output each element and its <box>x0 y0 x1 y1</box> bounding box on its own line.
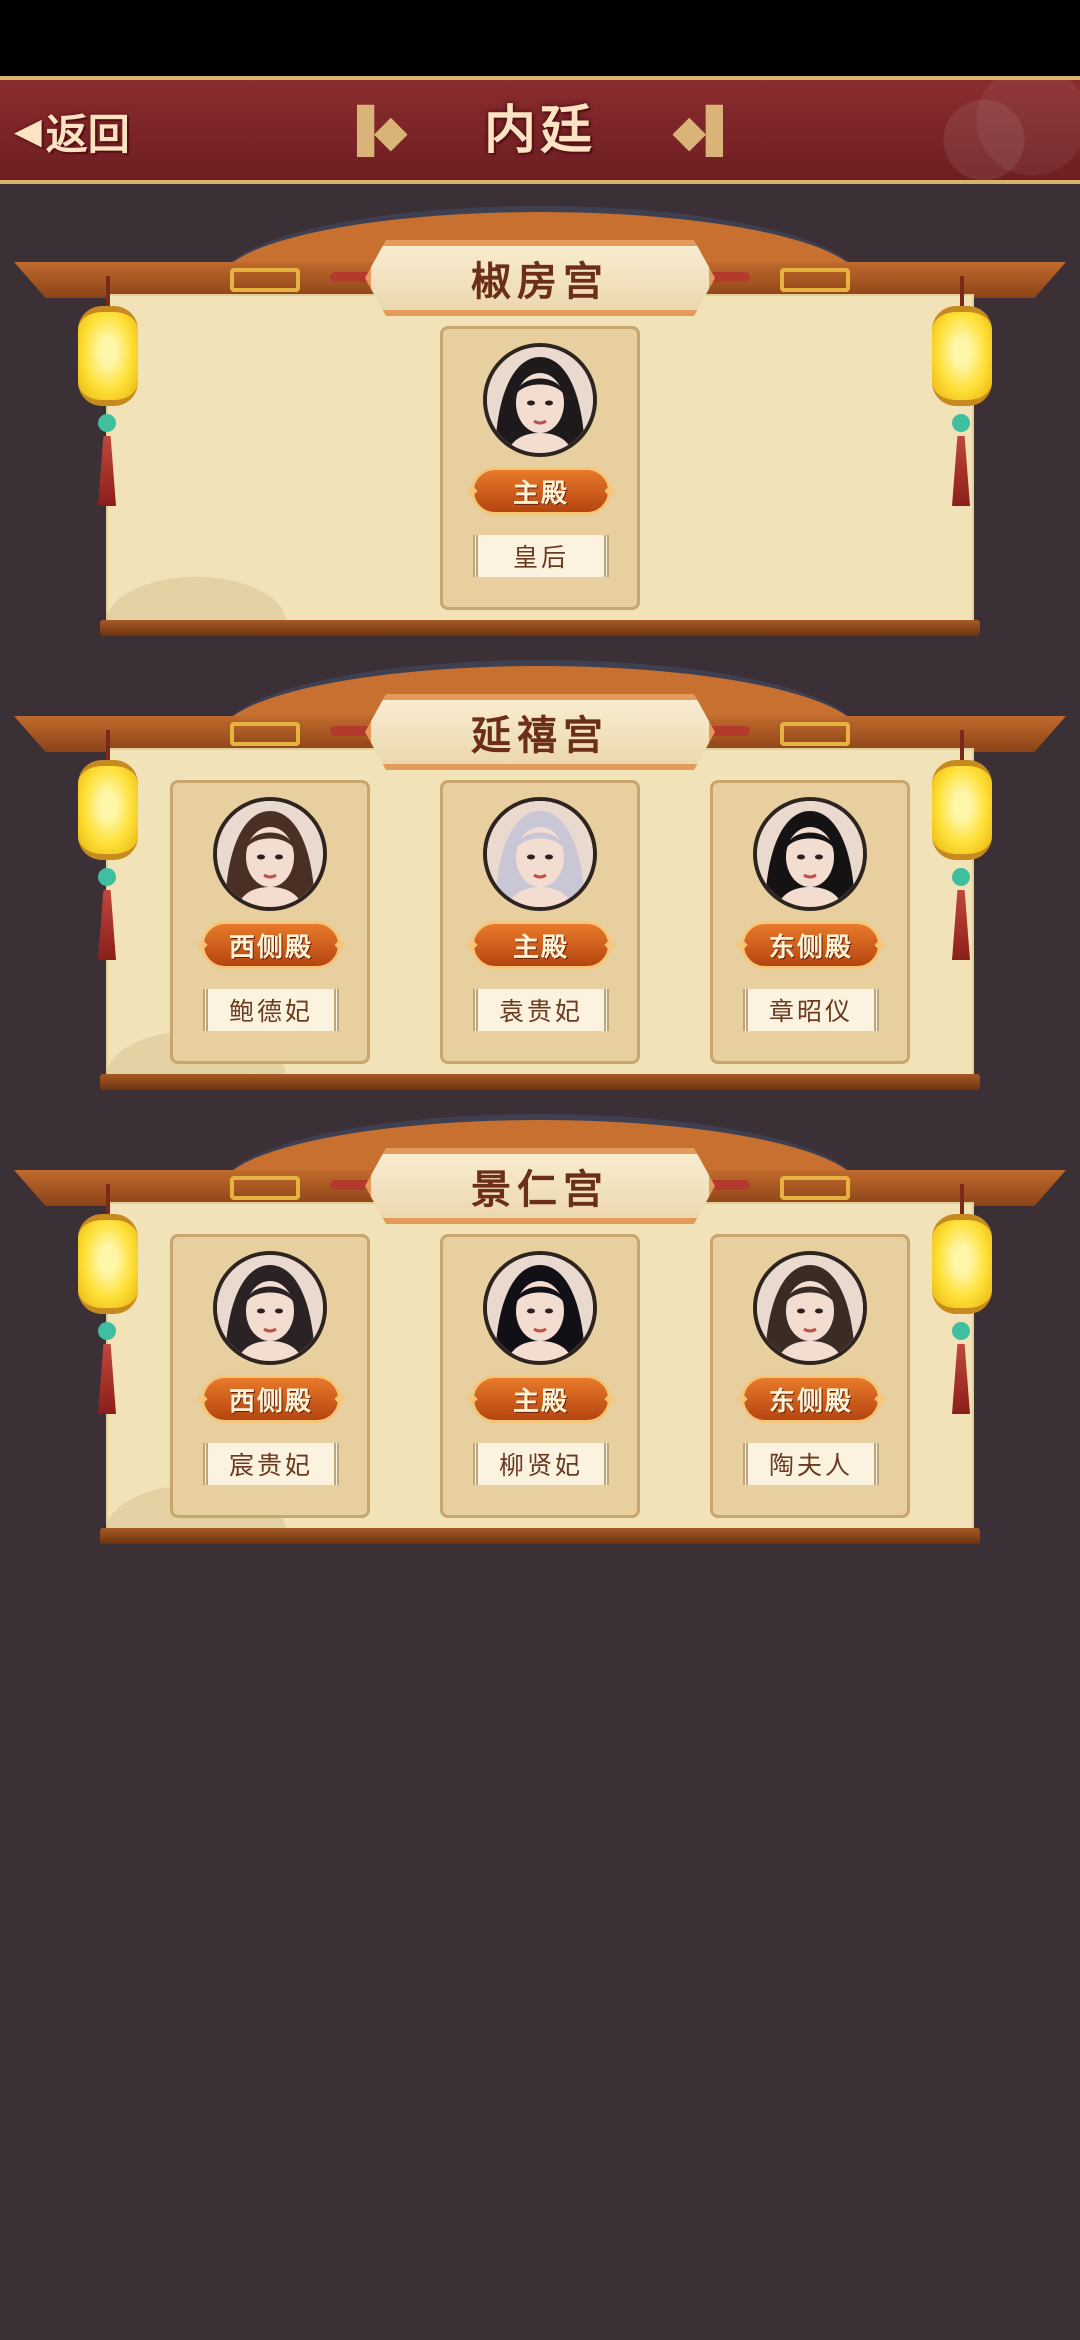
consort-slot[interactable]: 东侧殿 陶夫人 <box>710 1234 910 1518</box>
consort-slot[interactable]: 西侧殿 鲍德妃 <box>170 780 370 1064</box>
consort-slot[interactable]: 东侧殿 章昭仪 <box>710 780 910 1064</box>
base-beam <box>100 620 980 636</box>
consort-rank: 袁贵妃 <box>473 989 609 1031</box>
palace-nameplate[interactable]: 延禧宫 <box>365 694 715 770</box>
palace-name: 椒房宫 <box>471 258 609 305</box>
hall-role-badge: 东侧殿 <box>741 1375 881 1423</box>
consort-slot[interactable]: 主殿 袁贵妃 <box>440 780 640 1064</box>
lantern-icon <box>930 1184 994 1424</box>
consort-rank: 章昭仪 <box>743 989 879 1031</box>
palace-nameplate[interactable]: 景仁宫 <box>365 1148 715 1224</box>
consort-rank: 陶夫人 <box>743 1443 879 1485</box>
palace-section: 延禧宫 西侧殿 鲍德妃 主殿 袁贵妃 东侧殿 章昭仪 <box>0 660 1080 1100</box>
lantern-icon <box>930 276 994 516</box>
header-bar: ◀ 返回 ▐◆ 内廷 ◆▌ <box>0 76 1080 184</box>
palace-section: 椒房宫 主殿 皇后 <box>0 206 1080 646</box>
roof-ornament-icon <box>780 1176 850 1200</box>
back-arrow-icon: ◀ <box>14 110 42 152</box>
back-button[interactable]: ◀ 返回 <box>14 98 130 164</box>
lantern-icon <box>76 276 140 516</box>
roof-ornament-icon <box>230 722 300 746</box>
consort-rank: 柳贤妃 <box>473 1443 609 1485</box>
status-bar <box>0 0 1080 76</box>
consort-slot[interactable]: 主殿 皇后 <box>440 326 640 610</box>
roof-ornament-icon <box>230 1176 300 1200</box>
base-beam <box>100 1528 980 1544</box>
palace-name: 延禧宫 <box>471 712 609 759</box>
consort-avatar[interactable] <box>753 797 867 911</box>
consort-slot[interactable]: 主殿 柳贤妃 <box>440 1234 640 1518</box>
lantern-icon <box>76 1184 140 1424</box>
roof-ornament-icon <box>780 268 850 292</box>
consort-slot[interactable]: 西侧殿 宸贵妃 <box>170 1234 370 1518</box>
consort-avatar[interactable] <box>213 1251 327 1365</box>
hall-role-badge: 主殿 <box>471 921 611 969</box>
hall-role-badge: 西侧殿 <box>201 921 341 969</box>
consort-avatar[interactable] <box>483 797 597 911</box>
base-beam <box>100 1074 980 1090</box>
palace-nameplate[interactable]: 椒房宫 <box>365 240 715 316</box>
consort-avatar[interactable] <box>483 343 597 457</box>
consort-rank: 宸贵妃 <box>203 1443 339 1485</box>
palace-name: 景仁宫 <box>471 1166 609 1213</box>
hall-role-badge: 西侧殿 <box>201 1375 341 1423</box>
consort-avatar[interactable] <box>483 1251 597 1365</box>
back-label: 返回 <box>45 109 130 159</box>
hall-role-badge: 主殿 <box>471 1375 611 1423</box>
consort-avatar[interactable] <box>213 797 327 911</box>
lantern-icon <box>930 730 994 970</box>
roof-ornament-icon <box>780 722 850 746</box>
hall-role-badge: 东侧殿 <box>741 921 881 969</box>
consort-avatar[interactable] <box>753 1251 867 1365</box>
consort-rank: 皇后 <box>473 535 609 577</box>
palace-section: 景仁宫 西侧殿 宸贵妃 主殿 柳贤妃 东侧殿 陶夫人 <box>0 1114 1080 1554</box>
lantern-icon <box>76 730 140 970</box>
roof-ornament-icon <box>230 268 300 292</box>
consort-rank: 鲍德妃 <box>203 989 339 1031</box>
hall-role-badge: 主殿 <box>471 467 611 515</box>
title-bracket-right-icon: ◆▌ <box>672 106 740 157</box>
title-wrap: ▐◆ 内廷 ◆▌ <box>340 96 740 166</box>
